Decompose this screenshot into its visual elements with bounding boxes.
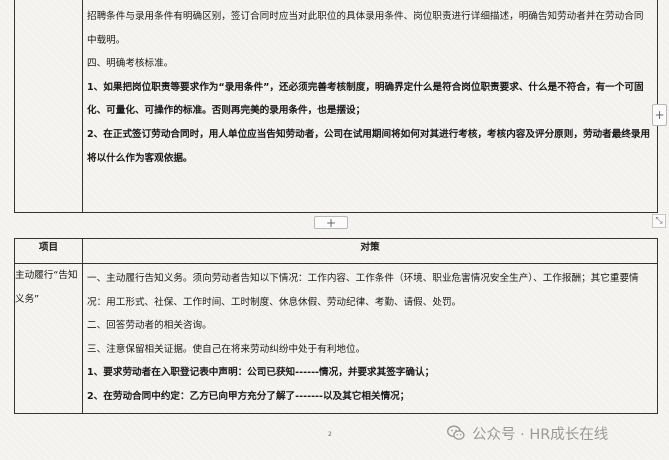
paragraph-bold: 2、在正式签订劳动合同时，用人单位应当告知劳动者，公司在试用期间将如何对其进行考… [87, 128, 651, 164]
table-header-row: 项目 对策 [14, 238, 658, 264]
plus-icon: + [325, 215, 337, 230]
paragraph-bold: 1、如果把岗位职责等要求作为“录用条件”，还必须完善考核制度，明确界定什么是符合… [87, 81, 644, 117]
column-header-measures[interactable]: 对策 [82, 238, 658, 264]
column-header-item[interactable]: 项目 [14, 238, 83, 264]
resize-icon: ⤡ [655, 216, 663, 226]
table-cell-item-empty[interactable] [14, 0, 83, 213]
top-table: 招聘条件与录用条件有明确区别，签订合同时应当对此职位的具体录用条件、岗位职责进行… [14, 0, 658, 213]
watermark-text: 公众号 · HR成长在线 [472, 426, 609, 443]
add-column-button[interactable]: + [652, 104, 667, 126]
paragraph: 二、回答劳动者的相关咨询。 [87, 320, 212, 332]
wechat-icon [447, 425, 465, 440]
watermark: 公众号 · HR成长在线 [446, 422, 608, 444]
table-cell-item[interactable]: 主动履行“告知义务” [14, 263, 83, 414]
document-page: 招聘条件与录用条件有明确区别，签订合同时应当对此职位的具体录用条件、岗位职责进行… [0, 0, 669, 460]
table-row: 主动履行“告知义务” 一、主动履行告知义务。须向劳动者告知以下情况：工作内容、工… [14, 263, 658, 414]
paragraph: 三、注意保留相关证据。使自己在将来劳动纠纷中处于有利地位。 [87, 343, 366, 355]
table-cell-content[interactable]: 一、主动履行告知义务。须向劳动者告知以下情况：工作内容、工作条件（环境、职业危害… [82, 263, 658, 414]
table-resize-handle[interactable]: ⤡ [652, 214, 666, 228]
paragraph-bold: 1、要求劳动者在入职登记表中声明：公司已获知------情况，并要求其签字确认； [87, 367, 435, 379]
paragraph: 招聘条件与录用条件有明确区别，签订合同时应当对此职位的具体录用条件、岗位职责进行… [87, 11, 644, 46]
table-row: 招聘条件与录用条件有明确区别，签订合同时应当对此职位的具体录用条件、岗位职责进行… [14, 0, 658, 213]
plus-icon: + [654, 108, 665, 122]
bottom-table: 项目 对策 主动履行“告知义务” 一、主动履行告知义务。须向劳动者告知以下情况：… [14, 238, 658, 414]
table-cell-content[interactable]: 招聘条件与录用条件有明确区别，签订合同时应当对此职位的具体录用条件、岗位职责进行… [82, 0, 658, 213]
paragraph: 一、主动履行告知义务。须向劳动者告知以下情况：工作内容、工作条件（环境、职业危害… [87, 273, 639, 308]
add-row-button[interactable]: + [314, 216, 348, 229]
page-number: 2 [328, 431, 332, 438]
section-heading: 四、明确考核标准。 [87, 58, 174, 70]
paragraph-bold: 2、在劳动合同中约定：乙方已向甲方充分了解了-------以及其它相关情况； [87, 390, 410, 402]
